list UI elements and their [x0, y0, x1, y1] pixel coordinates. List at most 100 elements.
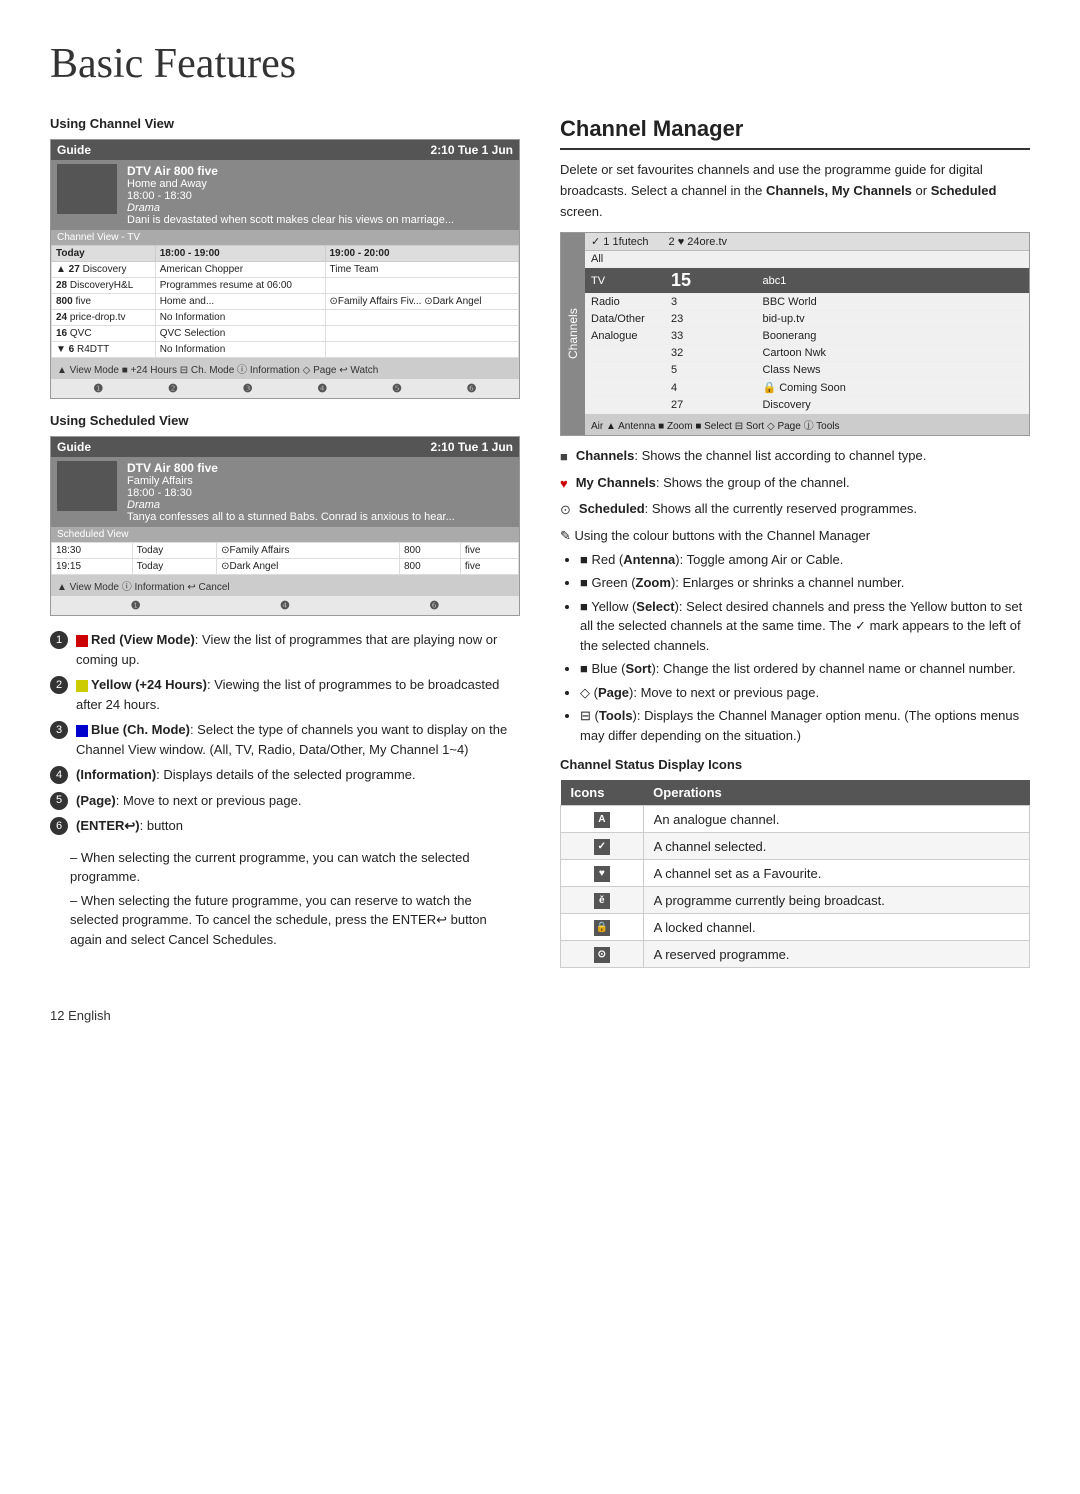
cm-row: 4🔒 Coming Soon	[585, 379, 1029, 397]
guide2-footer: ▲ View Mode ⓘ Information ↩ Cancel	[51, 575, 519, 596]
intro2: or	[916, 183, 928, 198]
sbtn-1: ❶	[131, 599, 141, 612]
guide-table: Today 18:00 - 19:00 19:00 - 20:00 ▲ 27 D…	[51, 245, 519, 358]
guide2-view-label: Scheduled View	[51, 527, 519, 542]
guide2-header: Guide 2:10 Tue 1 Jun	[51, 437, 519, 457]
sbtn-6: ❻	[429, 599, 439, 612]
intro-para: Delete or set favourites channels and us…	[560, 160, 1030, 222]
status-row: ♥A channel set as a Favourite.	[561, 860, 1030, 887]
scheduled-row: 18:30Today⊙Family Affairs800five	[52, 543, 519, 559]
colour-bullet: ◇ (Page): Move to next or previous page.	[580, 683, 1030, 703]
btn-2: ❷	[168, 382, 178, 395]
intro-bold2: Scheduled	[931, 183, 997, 198]
enter-sub2: When selecting the future programme, you…	[70, 891, 520, 950]
guide-info-bar: DTV Air 800 five Home and Away 18:00 - 1…	[51, 160, 519, 230]
cm-row: Radio3BBC World	[585, 294, 1029, 311]
guide2-buttons: ❶ ❹ ❻	[51, 596, 519, 615]
status-row: AAn analogue channel.	[561, 806, 1030, 833]
colour-bullet: ■ Red (Antenna): Toggle among Air or Cab…	[580, 550, 1030, 570]
col-today: Today	[52, 246, 156, 262]
left-column: Using Channel View Guide 2:10 Tue 1 Jun …	[50, 116, 520, 968]
numbered-item: 6 (ENTER↩): button	[50, 816, 520, 836]
intro-bold: Channels, My Channels	[766, 183, 912, 198]
numbered-item: 4 (Information): Displays details of the…	[50, 765, 520, 785]
guide-row: 16 QVCQVC Selection	[52, 326, 519, 342]
channel-manager-title: Channel Manager	[560, 116, 1030, 150]
enter-sub1: When selecting the current programme, yo…	[70, 848, 520, 887]
guide2-show-title: DTV Air 800 five	[127, 461, 455, 475]
guide2-time: 2:10 Tue 1 Jun	[431, 440, 513, 454]
btn-3: ❸	[243, 382, 253, 395]
channel-bullet: ⊙Scheduled: Shows all the currently rese…	[560, 499, 1030, 520]
colour-bullet: ■ Green (Zoom): Enlarges or shrinks a ch…	[580, 573, 1030, 593]
status-row: ěA programme currently being broadcast.	[561, 887, 1030, 914]
channel-view-label: Using Channel View	[50, 116, 520, 131]
cm-header-2: 2 ♥ 24ore.tv	[669, 236, 728, 248]
guide-time: 2:10 Tue 1 Jun	[431, 143, 513, 157]
guide-box-scheduled: Guide 2:10 Tue 1 Jun DTV Air 800 five Fa…	[50, 436, 520, 616]
col-time2: 19:00 - 20:00	[325, 246, 519, 262]
cm-row: TV15abc1	[585, 268, 1029, 294]
cm-row: All	[585, 251, 1029, 268]
numbered-item: 2 Yellow (+24 Hours): Viewing the list o…	[50, 675, 520, 714]
show-time: 18:00 - 18:30	[127, 190, 454, 202]
guide2-show-genre: Drama	[127, 499, 455, 511]
cm-row: 32Cartoon Nwk	[585, 345, 1029, 362]
colour-intro-text: Using the colour buttons with the Channe…	[575, 528, 871, 543]
intro3: screen.	[560, 204, 603, 219]
cm-sidebar: Channels ✓ 1 1futech 2 ♥ 24ore.tv AllTV1…	[561, 233, 1029, 435]
guide-row: 28 DiscoveryH&LProgrammes resume at 06:0…	[52, 278, 519, 294]
cm-content: ✓ 1 1futech 2 ♥ 24ore.tv AllTV15abc1Radi…	[585, 233, 1029, 435]
guide-buttons: ❶ ❷ ❸ ❹ ❺ ❻	[51, 379, 519, 398]
cm-row: Data/Other23bid-up.tv	[585, 311, 1029, 328]
cm-row: 27Discovery	[585, 397, 1029, 414]
colour-intro: ✎ Using the colour buttons with the Chan…	[560, 528, 1030, 544]
right-column: Channel Manager Delete or set favourites…	[560, 116, 1030, 968]
status-row: 🔒A locked channel.	[561, 914, 1030, 941]
show-subtitle: Home and Away	[127, 178, 454, 190]
btn-6: ❻	[467, 382, 477, 395]
scheduled-row: 19:15Today⊙Dark Angel800five	[52, 559, 519, 575]
btn-5: ❺	[392, 382, 402, 395]
sbtn-4: ❹	[280, 599, 290, 612]
guide-info-text: DTV Air 800 five Home and Away 18:00 - 1…	[127, 164, 454, 226]
page-footer: 12 English	[50, 1008, 1030, 1023]
guide-footer: ▲ View Mode ■ +24 Hours ⊟ Ch. Mode ⓘ Inf…	[51, 358, 519, 379]
guide-row: ▲ 27 DiscoveryAmerican ChopperTime Team	[52, 262, 519, 278]
channel-bullet: ■Channels: Shows the channel list accord…	[560, 446, 1030, 467]
scheduled-view-label: Using Scheduled View	[50, 413, 520, 428]
guide-row: 24 price-drop.tvNo Information	[52, 310, 519, 326]
status-col-ops: Operations	[643, 780, 1029, 806]
status-section-label: Channel Status Display Icons	[560, 757, 1030, 772]
guide-row: 800 fiveHome and...⊙Family Affairs Fiv..…	[52, 294, 519, 310]
guide-thumbnail	[57, 164, 117, 214]
cm-header-row: ✓ 1 1futech 2 ♥ 24ore.tv	[585, 233, 1029, 251]
guide2-info-text: DTV Air 800 five Family Affairs 18:00 - …	[127, 461, 455, 523]
colour-bullet: ⊟ (Tools): Displays the Channel Manager …	[580, 706, 1030, 745]
status-row: ✓A channel selected.	[561, 833, 1030, 860]
colour-bullets: ■ Red (Antenna): Toggle among Air or Cab…	[560, 550, 1030, 746]
cm-row: 5Class News	[585, 362, 1029, 379]
btn-1: ❶	[93, 382, 103, 395]
cm-row: Analogue33Boonerang	[585, 328, 1029, 345]
channel-bullets: ■Channels: Shows the channel list accord…	[560, 446, 1030, 520]
guide-view-label: Channel View - TV	[51, 230, 519, 245]
guide2-info-bar: DTV Air 800 five Family Affairs 18:00 - …	[51, 457, 519, 527]
guide-title: Guide	[57, 143, 91, 157]
numbered-list: 1 Red (View Mode): View the list of prog…	[50, 630, 520, 836]
status-col-icons: Icons	[561, 780, 644, 806]
guide-header: Guide 2:10 Tue 1 Jun	[51, 140, 519, 160]
page-title: Basic Features	[50, 40, 1030, 88]
guide2-show-time: 18:00 - 18:30	[127, 487, 455, 499]
cm-table: AllTV15abc1Radio3BBC WorldData/Other23bi…	[585, 251, 1029, 414]
col-time1: 18:00 - 19:00	[155, 246, 325, 262]
show-title: DTV Air 800 five	[127, 164, 454, 178]
channel-bullet: ♥My Channels: Shows the group of the cha…	[560, 473, 1030, 494]
guide-box-channel-view: Guide 2:10 Tue 1 Jun DTV Air 800 five Ho…	[50, 139, 520, 399]
cm-footer: Air ▲ Antenna ■ Zoom ■ Select ⊟ Sort ◇ P…	[585, 414, 1029, 435]
numbered-item: 1 Red (View Mode): View the list of prog…	[50, 630, 520, 669]
cm-header-check: ✓ 1 1futech	[591, 235, 649, 248]
channel-manager-box: Channels ✓ 1 1futech 2 ♥ 24ore.tv AllTV1…	[560, 232, 1030, 436]
show-desc: Dani is devastated when scott makes clea…	[127, 214, 454, 226]
cm-side-label: Channels	[561, 233, 585, 435]
